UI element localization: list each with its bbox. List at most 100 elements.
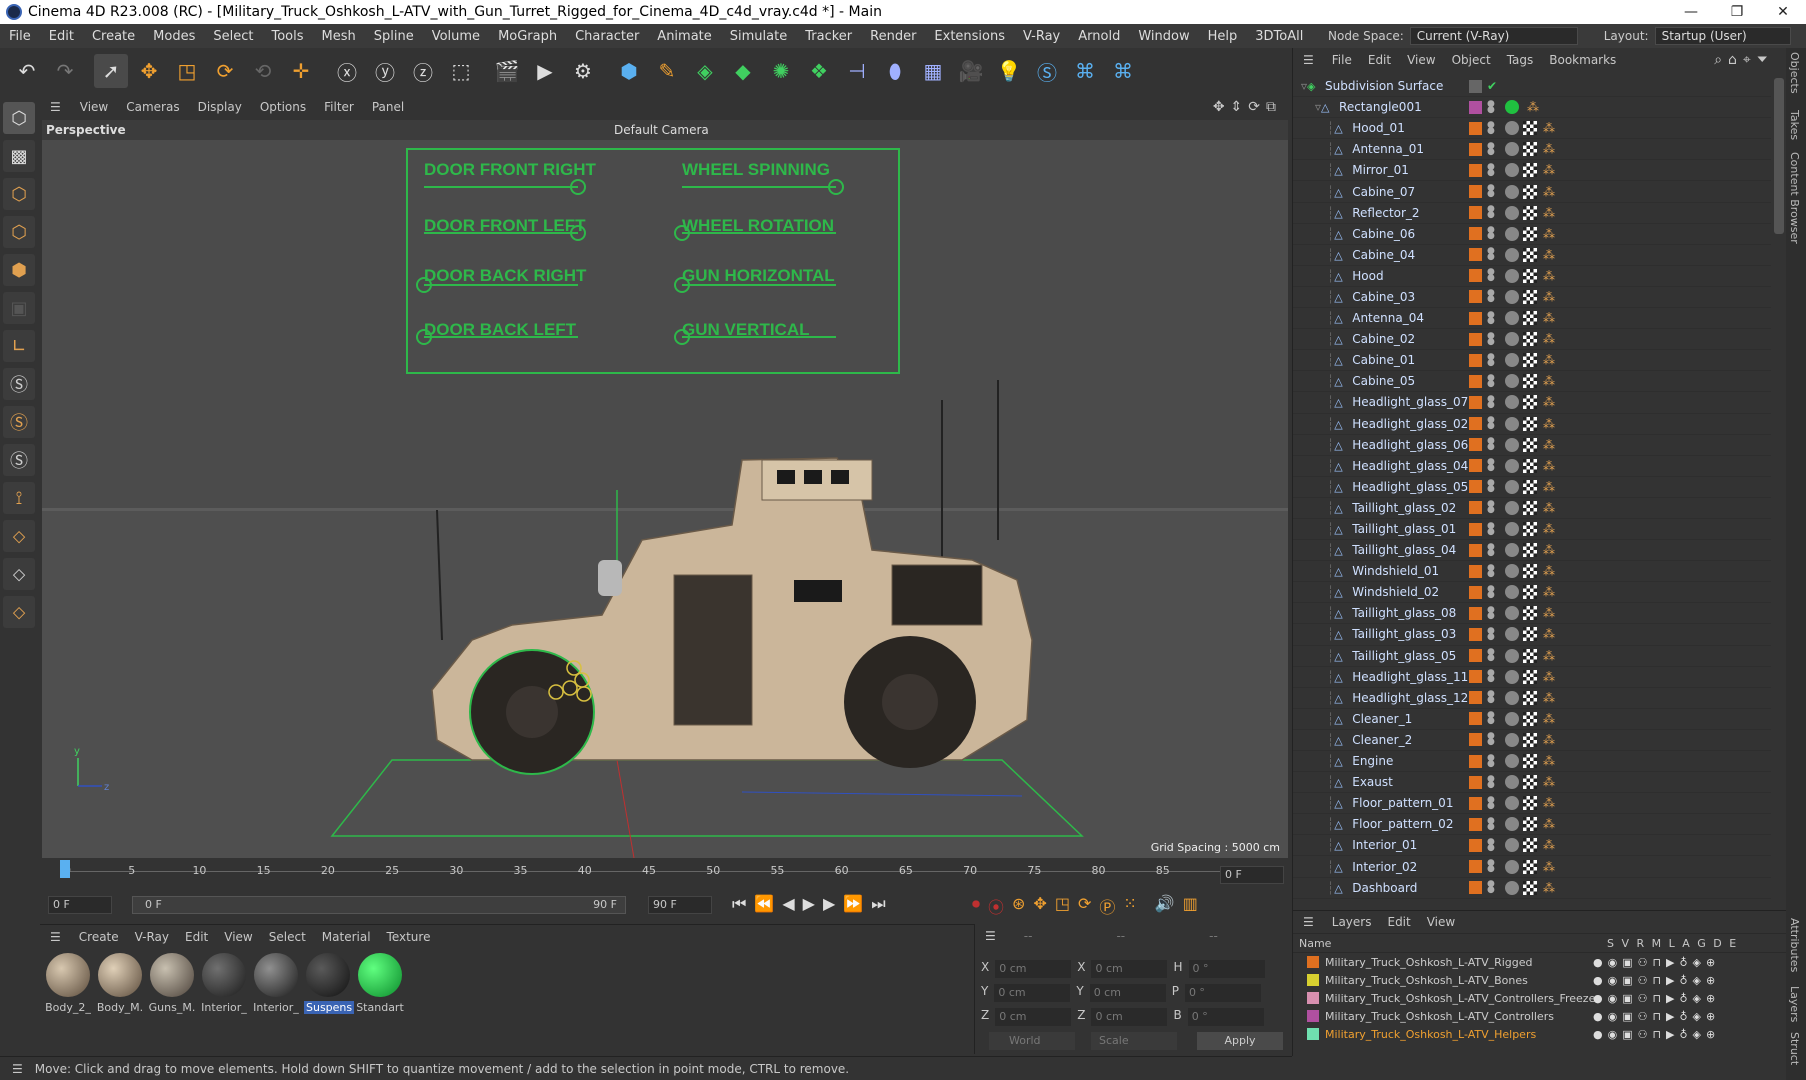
phong-tag-icon[interactable] bbox=[1505, 796, 1519, 811]
layers-menu-edit[interactable]: Edit bbox=[1379, 915, 1418, 929]
texture-tag-icon[interactable] bbox=[1523, 859, 1537, 874]
phong-tag-icon[interactable] bbox=[1505, 711, 1519, 726]
texture-tag-icon[interactable] bbox=[1523, 311, 1537, 326]
phong-tag-icon[interactable] bbox=[1505, 522, 1519, 537]
object-row[interactable]: ┆ △ Floor_pattern_02 ● ● ⁂ bbox=[1293, 814, 1771, 836]
object-row[interactable]: ┆ △ Reflector_2 ● ● ⁂ bbox=[1293, 203, 1771, 224]
texture-tag-icon[interactable] bbox=[1523, 395, 1537, 410]
object-row[interactable]: ┆ △ Engine ● ● ⁂ bbox=[1293, 751, 1771, 773]
visibility-dots[interactable]: ● ● bbox=[1487, 120, 1495, 135]
menu-spline[interactable]: Spline bbox=[365, 29, 423, 44]
size-z-field[interactable]: 0 cm bbox=[1091, 1008, 1168, 1026]
weight-tag-icon[interactable]: ⁂ bbox=[1543, 353, 1555, 367]
key-param-icon[interactable]: Ⓟ bbox=[1099, 894, 1115, 918]
rotate-tool-icon[interactable]: ⟳ bbox=[208, 54, 242, 88]
visibility-dots[interactable]: ● ● bbox=[1487, 394, 1495, 409]
visibility-dots[interactable]: ● ● bbox=[1487, 479, 1495, 494]
object-layer-color[interactable] bbox=[1469, 459, 1482, 473]
visibility-dots[interactable]: ● ● bbox=[1487, 690, 1495, 705]
coords-menu-icon[interactable]: ☰ bbox=[975, 929, 1006, 943]
subdivision-icon[interactable]: ◈ bbox=[688, 54, 722, 88]
visibility-dots[interactable]: ● ● bbox=[1487, 331, 1495, 346]
object-layer-color[interactable] bbox=[1469, 269, 1482, 283]
mat-menu-texture[interactable]: Texture bbox=[379, 930, 439, 944]
visibility-dots[interactable]: ● ● bbox=[1487, 352, 1495, 367]
vp-menu-filter[interactable]: Filter bbox=[315, 100, 363, 114]
layer-color-swatch[interactable] bbox=[1307, 974, 1319, 986]
phong-tag-icon[interactable] bbox=[1505, 690, 1519, 705]
object-layer-color[interactable] bbox=[1469, 670, 1482, 684]
visibility-dots[interactable]: ● ● bbox=[1487, 732, 1495, 747]
weight-tag-icon[interactable]: ⁂ bbox=[1543, 796, 1555, 810]
weight-tag-icon[interactable]: ⁂ bbox=[1543, 860, 1555, 874]
goto-end-icon[interactable]: ⏭ bbox=[871, 894, 885, 914]
world-dropdown[interactable]: World bbox=[989, 1032, 1075, 1050]
polygons-mode-icon[interactable]: ⬢ bbox=[3, 254, 35, 286]
light-icon[interactable]: 💡 bbox=[992, 54, 1026, 88]
object-row[interactable]: ┆ △ Windshield_02 ● ● ⁂ bbox=[1293, 582, 1771, 604]
object-layer-color[interactable] bbox=[1469, 881, 1482, 895]
om-toolbar-icons[interactable]: ⌕⌂⌖⏷ bbox=[1714, 52, 1774, 68]
phong-tag-icon[interactable] bbox=[1505, 458, 1519, 473]
layer-row[interactable]: Military_Truck_Oshkosh_L-ATV_Controllers… bbox=[1293, 989, 1786, 1007]
texture-mode-icon[interactable]: ▩ bbox=[3, 140, 35, 172]
weight-tag-icon[interactable]: ⁂ bbox=[1543, 374, 1555, 388]
layer-flags-icons[interactable]: ●◉▣⚇⊓▶♁◈⊕ bbox=[1593, 974, 1720, 987]
node-space-dropdown[interactable]: Current (V-Ray) bbox=[1409, 27, 1578, 45]
object-row[interactable]: ┆ △ Headlight_glass_04 ● ● ⁂ bbox=[1293, 456, 1771, 477]
material-swatch[interactable]: Body_2_ bbox=[44, 953, 92, 1014]
menu-animate[interactable]: Animate bbox=[648, 29, 720, 44]
weight-tag-icon[interactable]: ⁂ bbox=[1543, 733, 1555, 747]
object-row[interactable]: ┆ △ Interior_01 ● ● ⁂ bbox=[1293, 835, 1771, 857]
menu-character[interactable]: Character bbox=[566, 29, 648, 44]
weight-tag-icon[interactable]: ⁂ bbox=[1543, 248, 1555, 262]
vp-menu-options[interactable]: Options bbox=[251, 100, 315, 114]
menu-vray[interactable]: V-Ray bbox=[1014, 29, 1069, 44]
goto-start-icon[interactable]: ⏮ bbox=[732, 894, 746, 914]
phong-tag-icon[interactable] bbox=[1505, 564, 1519, 579]
om-menu-edit[interactable]: Edit bbox=[1360, 53, 1399, 67]
weight-tag-icon[interactable]: ⁂ bbox=[1543, 417, 1555, 431]
object-layer-color[interactable] bbox=[1469, 438, 1482, 452]
visibility-dots[interactable]: ● ● bbox=[1487, 774, 1495, 789]
object-row[interactable]: ┆ △ Cabine_01 ● ● ⁂ bbox=[1293, 350, 1771, 372]
weight-tag-icon[interactable]: ⁂ bbox=[1543, 585, 1555, 599]
object-row[interactable]: ┆ △ Cabine_04 ● ● ⁂ bbox=[1293, 245, 1771, 266]
weight-tag-icon[interactable]: ⁂ bbox=[1543, 206, 1555, 220]
extrude-icon[interactable]: ◆ bbox=[726, 54, 760, 88]
select-tool-icon[interactable]: ➚ bbox=[94, 54, 128, 88]
object-row[interactable]: ┆ △ Headlight_glass_05 ● ● ⁂ bbox=[1293, 477, 1771, 498]
texture-tag-icon[interactable] bbox=[1523, 585, 1537, 600]
python-icon[interactable]: ⌘ bbox=[1068, 54, 1102, 88]
weight-tag-icon[interactable]: ⁂ bbox=[1543, 649, 1555, 663]
tab-takes[interactable]: Takes bbox=[1788, 110, 1801, 140]
object-tree[interactable]: ▿ ◈ Subdivision Surface ✔ ▿ △ Rectangle001… bbox=[1293, 76, 1771, 906]
phong-tag-icon[interactable] bbox=[1505, 205, 1519, 220]
visibility-dots[interactable]: ● ● bbox=[1487, 247, 1495, 262]
vp-menu-cameras[interactable]: Cameras bbox=[117, 100, 188, 114]
autokey-icon[interactable]: ⦿ bbox=[988, 894, 1004, 918]
layer-row[interactable]: Military_Truck_Oshkosh_L-ATV_Helpers ●◉▣⚇… bbox=[1293, 1025, 1786, 1043]
weight-tag-icon[interactable]: ⁂ bbox=[1543, 142, 1555, 156]
object-row[interactable]: ┆ △ Floor_pattern_01 ● ● ⁂ bbox=[1293, 793, 1771, 815]
coord-system-icon[interactable]: ⬚ bbox=[444, 54, 478, 88]
visibility-dots[interactable]: ● ● bbox=[1487, 542, 1495, 557]
phong-tag-icon[interactable] bbox=[1505, 754, 1519, 769]
mat-menu-material[interactable]: Material bbox=[314, 930, 379, 944]
menu-extensions[interactable]: Extensions bbox=[925, 29, 1014, 44]
texture-tag-icon[interactable] bbox=[1523, 522, 1537, 537]
pos-y-field[interactable]: 0 cm bbox=[994, 984, 1071, 1002]
weight-tag-icon[interactable]: ⁂ bbox=[1543, 522, 1555, 536]
object-layer-color[interactable] bbox=[1469, 564, 1482, 578]
texture-tag-icon[interactable] bbox=[1523, 564, 1537, 579]
object-layer-color[interactable] bbox=[1469, 817, 1482, 831]
texture-tag-icon[interactable] bbox=[1523, 458, 1537, 473]
weight-tag-icon[interactable]: ⁂ bbox=[1543, 754, 1555, 768]
pen-icon[interactable]: ✎ bbox=[650, 54, 684, 88]
object-layer-color[interactable] bbox=[1469, 838, 1482, 852]
menu-3dtoall[interactable]: 3DToAll bbox=[1246, 29, 1312, 44]
object-row-group[interactable]: ▿ △ Rectangle001 ● ● ⁂ bbox=[1293, 97, 1771, 119]
weight-tag-icon[interactable]: ⁂ bbox=[1543, 332, 1555, 346]
weight-tag-icon[interactable]: ⁂ bbox=[1543, 480, 1555, 494]
phong-tag-icon[interactable] bbox=[1505, 121, 1519, 136]
